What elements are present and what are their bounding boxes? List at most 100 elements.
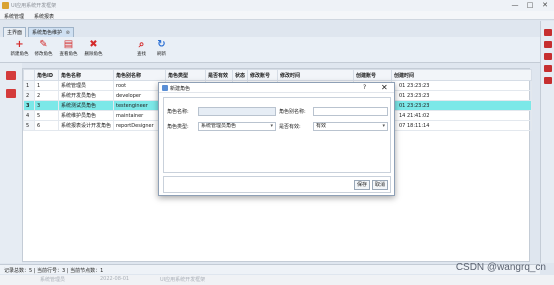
bottom-date: 2022-08-01 [100, 276, 130, 282]
role-name-input[interactable] [198, 107, 276, 116]
watermark: CSDN @wangrq_cn [455, 262, 546, 273]
help-icon[interactable]: ? [363, 84, 366, 91]
col-role-alias[interactable]: 角色别名称 [113, 69, 166, 81]
view-role-label: 查看角色 [59, 52, 78, 57]
cell-role-name: 系统报表设计开发角色 [58, 120, 114, 131]
row-number: 4 [23, 110, 35, 121]
valid-value: 有效 [316, 123, 327, 129]
role-name-label: 角色名称: [167, 109, 189, 115]
tab-role-maintenance-label: 系统角色维护 [32, 30, 63, 36]
delete-role-label: 删除角色 [84, 52, 103, 57]
cell-role-id: 5 [34, 110, 59, 121]
col-role-name[interactable]: 角色名称 [58, 69, 114, 81]
cancel-button[interactable]: 取消 [372, 180, 389, 190]
dialog-close-icon[interactable]: ✕ [381, 83, 388, 92]
new-role-button[interactable]: + 新建角色 [8, 38, 31, 62]
edit-icon: ✎ [39, 39, 48, 50]
group-icon[interactable] [544, 53, 552, 60]
tab-role-maintenance[interactable]: 系统角色维护 ⊗ [28, 27, 74, 37]
menu-bar: 系统管理 系统报表 [0, 11, 554, 20]
user-icon[interactable] [544, 29, 552, 36]
cell-role-name: 系统开发员角色 [58, 90, 114, 101]
window-title: UI应用系统开发框架 [11, 3, 57, 9]
role-type-label: 角色类型: [167, 124, 189, 130]
cell-role-name: 系统测试员角色 [58, 100, 114, 111]
save-button[interactable]: 保存 [354, 180, 371, 190]
refresh-icon: ↻ [157, 39, 166, 50]
role-alias-input[interactable] [313, 107, 388, 116]
user-add-icon[interactable] [544, 41, 552, 48]
edit-role-label: 修改角色 [34, 52, 53, 57]
valid-label: 是否有效: [279, 124, 301, 130]
cell-create-time: 14 21:41:02 [391, 110, 532, 121]
row-number: 2 [23, 90, 35, 101]
cell-create-time: 01 23:23:23 [391, 90, 532, 101]
users-icon[interactable] [544, 77, 552, 84]
left-icon-strip [0, 63, 22, 263]
edit-role-button[interactable]: ✎ 修改角色 [32, 38, 55, 62]
col-valid[interactable]: 是否有效 [205, 69, 233, 81]
delete-role-button[interactable]: ✖ 删除角色 [82, 38, 105, 62]
bottom-user: 系统管理员 [40, 277, 66, 283]
tab-home[interactable]: 主界面 [3, 27, 27, 37]
user-card-icon[interactable] [6, 71, 16, 80]
id-card-icon[interactable] [6, 89, 16, 98]
cell-role-id: 2 [34, 90, 59, 101]
role-type-select[interactable]: 系统管理员角色 ▾ [198, 122, 276, 131]
right-icon-strip [540, 21, 554, 263]
new-role-label: 新建角色 [10, 52, 29, 57]
window-titlebar: UI应用系统开发框架 — □ ✕ [0, 0, 554, 11]
valid-select[interactable]: 有效 ▾ [313, 122, 388, 131]
chevron-down-icon: ▾ [270, 123, 273, 129]
row-number: 1 [23, 80, 35, 91]
col-modify-account[interactable]: 修改账号 [247, 69, 278, 81]
col-role-type[interactable]: 角色类型 [165, 69, 206, 81]
col-create-account[interactable]: 创建账号 [353, 69, 392, 81]
refresh-label: 刷新 [157, 52, 166, 57]
app-icon [2, 2, 9, 9]
minimize-button[interactable]: — [508, 1, 522, 10]
row-number: 3 [23, 100, 35, 111]
role-type-value: 系统管理员角色 [201, 123, 237, 129]
window-close-button[interactable]: ✕ [538, 1, 552, 10]
role-alias-label: 角色别名称: [279, 109, 306, 115]
cell-role-id: 6 [34, 120, 59, 131]
col-create-time[interactable]: 创建时间 [391, 69, 532, 81]
view-role-button[interactable]: ▤ 查看角色 [57, 38, 80, 62]
dialog-form: 角色名称: 角色别名称: 角色类型: 系统管理员角色 ▾ 是否有效: 有效 ▾ [163, 97, 391, 173]
cell-create-time: 01 23:23:23 [391, 80, 532, 91]
dialog-button-bar: 保存 取消 [163, 176, 391, 193]
tab-close-icon[interactable]: ⊗ [66, 30, 70, 36]
chevron-down-icon: ▾ [382, 123, 385, 129]
delete-icon: ✖ [89, 39, 98, 50]
cell-role-id: 3 [34, 100, 59, 111]
cell-create-time: 07 18:11:14 [391, 120, 532, 131]
cell-role-name: 系统维护员角色 [58, 110, 114, 121]
bottom-app: UI应用系统开发框架 [160, 277, 206, 283]
id-card-icon[interactable] [544, 65, 552, 72]
plus-icon: + [15, 39, 24, 50]
grid-header-row: 角色ID 角色名称 角色别名称 角色类型 是否有效 状态 修改账号 修改时间 创… [23, 69, 532, 81]
maximize-button[interactable]: □ [523, 1, 537, 10]
status-text: 记录总数：5 | 当前行号：3 | 当前节点数：1 [4, 268, 104, 274]
tab-strip: 主界面 系统角色维护 ⊗ [0, 21, 540, 37]
col-modify-time[interactable]: 修改时间 [277, 69, 354, 81]
dialog-titlebar: 新建角色 ? ✕ [159, 83, 394, 93]
tab-home-label: 主界面 [7, 30, 23, 36]
cell-role-name: 系统管理员 [58, 80, 114, 91]
cell-create-time: 01 23:23:23 [391, 100, 532, 111]
menu-item-system-manage[interactable]: 系统管理 [4, 13, 24, 20]
refresh-button[interactable]: ↻ 刷新 [150, 38, 173, 62]
row-number: 5 [23, 120, 35, 131]
col-status[interactable]: 状态 [232, 69, 248, 81]
dialog-title: 新建角色 [170, 86, 191, 92]
new-role-dialog: 新建角色 ? ✕ 角色名称: 角色别名称: 角色类型: 系统管理员角色 ▾ 是否… [158, 82, 395, 196]
toolbar: + 新建角色 ✎ 修改角色 ▤ 查看角色 ✖ 删除角色 ⌕ 查找 ↻ 刷新 [0, 37, 540, 63]
col-rowno [23, 69, 35, 81]
menu-item-system-report[interactable]: 系统报表 [34, 13, 54, 20]
col-role-id[interactable]: 角色ID [34, 69, 59, 81]
view-icon: ▤ [63, 39, 74, 50]
cell-role-id: 1 [34, 80, 59, 91]
dialog-app-icon [162, 85, 168, 91]
bottom-bar: 系统管理员 2022-08-01 UI应用系统开发框架 [0, 275, 554, 285]
